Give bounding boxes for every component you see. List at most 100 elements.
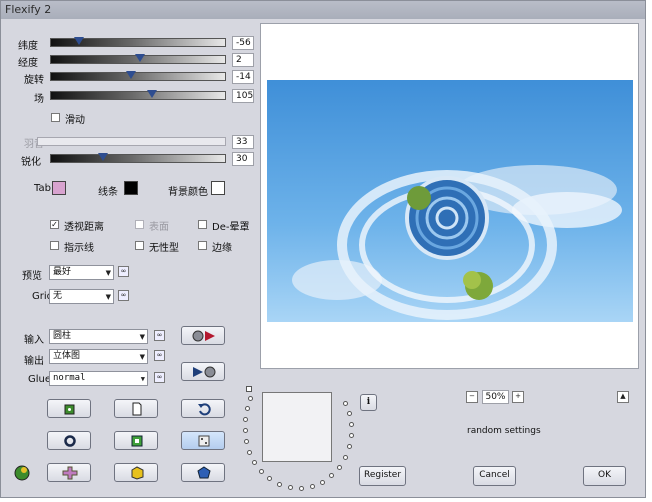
preview-select[interactable]: 最好 ▼ <box>49 265 114 280</box>
glue-label: Glue <box>28 374 52 385</box>
field-value[interactable]: 105 <box>232 89 254 103</box>
perspective-label: 透视距离 <box>64 222 104 233</box>
status-text: random settings <box>467 426 541 436</box>
rotation-value[interactable]: -14 <box>232 70 254 84</box>
page-icon <box>132 402 142 416</box>
preview-image <box>267 80 633 322</box>
info-button[interactable]: i <box>360 394 377 411</box>
expand-button[interactable]: ▲ <box>617 391 629 403</box>
field-thumb[interactable] <box>146 90 157 98</box>
gallery-dot[interactable] <box>288 485 293 490</box>
tab-color-swatch[interactable] <box>52 181 66 195</box>
input-select-value: 圆柱 <box>53 331 72 341</box>
gallery-dot[interactable] <box>347 411 352 416</box>
sharpen-slider[interactable] <box>50 153 226 163</box>
cancel-button[interactable]: Cancel <box>473 466 516 486</box>
edges-label: 边缘 <box>212 243 232 254</box>
gallery-start-marker[interactable] <box>246 386 252 392</box>
tab-color-label: Tab <box>34 183 51 194</box>
gallery-dot[interactable] <box>252 460 257 465</box>
new-page-button[interactable] <box>114 399 158 418</box>
background-color-swatch[interactable] <box>211 181 225 195</box>
gallery-dot[interactable] <box>310 484 315 489</box>
gallery-dot[interactable] <box>329 473 334 478</box>
lines-color-swatch[interactable] <box>124 181 138 195</box>
gallery-dot[interactable] <box>247 450 252 455</box>
grid-link-button[interactable]: ∞ <box>118 290 129 301</box>
dice-button[interactable] <box>181 431 225 450</box>
rotation-thumb[interactable] <box>126 71 137 79</box>
field-slider[interactable] <box>50 90 226 100</box>
input-select[interactable]: 圆柱 ▼ <box>49 329 148 344</box>
smooth-checkbox[interactable] <box>51 113 60 122</box>
image-preview[interactable] <box>260 23 639 369</box>
undo-button[interactable] <box>181 399 225 418</box>
preview-link-button[interactable]: ∞ <box>118 266 129 277</box>
gallery-dot[interactable] <box>248 396 253 401</box>
gallery-dot[interactable] <box>320 480 325 485</box>
swap-to-output-button[interactable] <box>181 326 225 345</box>
glue-link-button[interactable]: ∞ <box>154 372 165 383</box>
zoom-in-button[interactable]: + <box>512 391 524 403</box>
sharpen-value[interactable]: 30 <box>232 152 254 166</box>
cross-icon <box>62 466 78 480</box>
pentagon-shape-button[interactable] <box>181 463 225 482</box>
surface-checkbox[interactable] <box>135 220 144 229</box>
gallery-dot[interactable] <box>343 455 348 460</box>
de-halo-checkbox[interactable] <box>198 220 207 229</box>
cube-shape-button[interactable] <box>114 463 158 482</box>
gallery-dot[interactable] <box>259 469 264 474</box>
output-select[interactable]: 立体图 ▼ <box>49 349 148 364</box>
input-link-button[interactable]: ∞ <box>154 330 165 341</box>
circle-shape-button[interactable] <box>47 431 91 450</box>
chevron-down-icon: ▼ <box>139 333 145 341</box>
latitude-thumb[interactable] <box>73 37 84 45</box>
asexual-label: 无性型 <box>149 243 179 254</box>
gallery-dot[interactable] <box>245 406 250 411</box>
register-button[interactable]: Register <box>359 466 406 486</box>
longitude-slider[interactable] <box>50 54 226 64</box>
gallery-dot[interactable] <box>343 401 348 406</box>
gallery-dot[interactable] <box>243 428 248 433</box>
gallery-dot[interactable] <box>244 439 249 444</box>
dice-icon <box>198 435 210 447</box>
guide-lines-checkbox[interactable] <box>50 241 59 250</box>
zoom-level[interactable]: 50% <box>482 390 509 404</box>
sharpen-thumb[interactable] <box>98 153 109 161</box>
latitude-value[interactable]: -56 <box>232 36 254 50</box>
gallery-dot[interactable] <box>349 433 354 438</box>
perspective-checkbox[interactable]: ✓ <box>50 220 59 229</box>
grid-select[interactable]: 无 ▼ <box>49 289 114 304</box>
longitude-label: 经度 <box>18 58 38 69</box>
glue-select[interactable]: normal ▼ <box>49 371 148 386</box>
swap-to-input-button[interactable] <box>181 362 225 381</box>
feather-value[interactable]: 33 <box>232 135 254 149</box>
rotation-slider[interactable] <box>50 71 226 81</box>
output-link-button[interactable]: ∞ <box>154 350 165 361</box>
asexual-checkbox[interactable] <box>135 241 144 250</box>
preview-select-value: 最好 <box>53 267 72 277</box>
gallery-dot[interactable] <box>243 417 248 422</box>
longitude-value[interactable]: 2 <box>232 53 254 67</box>
gallery-dot[interactable] <box>267 476 272 481</box>
gallery-dot[interactable] <box>337 465 342 470</box>
longitude-thumb[interactable] <box>134 54 145 62</box>
randomize-button[interactable] <box>47 399 91 418</box>
gallery-dot[interactable] <box>347 444 352 449</box>
cross-shape-button[interactable] <box>47 463 91 482</box>
rotation-label: 旋转 <box>24 75 44 86</box>
preview-label: 预览 <box>22 271 42 282</box>
gallery-dot[interactable] <box>299 486 304 491</box>
gallery-dot[interactable] <box>349 422 354 427</box>
edges-checkbox[interactable] <box>198 241 207 250</box>
ok-button[interactable]: OK <box>583 466 626 486</box>
gallery-dot[interactable] <box>277 482 282 487</box>
pentagon-icon <box>197 466 211 479</box>
feather-slider[interactable] <box>37 137 226 146</box>
latitude-slider[interactable] <box>50 37 226 47</box>
zoom-out-button[interactable]: − <box>466 391 478 403</box>
gallery-thumbnail[interactable] <box>262 392 332 462</box>
sharpen-label: 锐化 <box>21 157 41 168</box>
square-shape-button[interactable] <box>114 431 158 450</box>
chevron-down-icon: ▼ <box>105 293 111 301</box>
